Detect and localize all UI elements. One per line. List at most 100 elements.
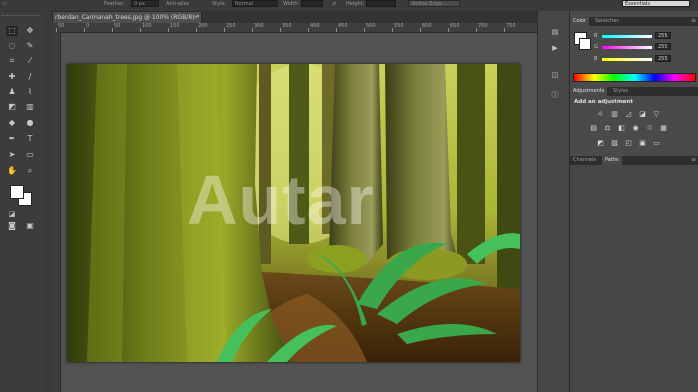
dodge-tool-icon[interactable]: ●: [24, 118, 36, 128]
lasso-tool-icon[interactable]: ◌: [6, 41, 18, 51]
history-brush-tool-icon[interactable]: ⌇: [24, 87, 36, 97]
color-panel-background-swatch[interactable]: [579, 38, 591, 50]
eyedropper-tool-icon[interactable]: ⁄: [24, 56, 36, 66]
tab-paths[interactable]: Paths: [602, 156, 622, 165]
channel-mixer-icon[interactable]: ♲: [645, 124, 654, 132]
swap-icon[interactable]: ⇄: [332, 1, 336, 7]
red-value-input[interactable]: 255: [655, 32, 671, 39]
ps-menu-icon[interactable]: ▭: [2, 1, 7, 7]
gradient-tool-icon[interactable]: ▥: [24, 102, 36, 112]
ruler-tick-label: 100: [142, 23, 152, 29]
hand-tool-icon[interactable]: ✋: [6, 166, 18, 176]
ruler-tick-label: 450: [338, 23, 348, 29]
blur-tool-icon[interactable]: ◆: [6, 118, 18, 128]
hue-saturation-icon[interactable]: ▤: [589, 124, 598, 132]
green-value-input[interactable]: 255: [655, 43, 671, 50]
channel-label-g: G: [594, 44, 598, 50]
ruler-tick-mark: [84, 28, 85, 32]
move-tool-icon[interactable]: ✥: [24, 26, 36, 36]
color-panel-tabs: Color Swatches ≡: [570, 17, 698, 26]
black-white-icon[interactable]: ◧: [617, 124, 626, 132]
ruler-tick-label: 350: [282, 23, 292, 29]
threshold-icon[interactable]: ◰: [624, 139, 633, 147]
history-panel-icon[interactable]: ▤: [550, 28, 560, 37]
close-icon[interactable]: ×: [193, 12, 198, 23]
quick-mask-icon[interactable]: ◙: [6, 221, 18, 231]
width-input[interactable]: [301, 0, 323, 7]
quick-select-tool-icon[interactable]: ✎: [24, 41, 36, 51]
vibrance-icon[interactable]: ▽: [652, 110, 661, 118]
ruler-tick-mark: [476, 28, 477, 32]
vertical-ruler: [52, 32, 61, 392]
right-panel-dock: Color Swatches ≡ R 255 G 255 B 255 Adjus…: [569, 11, 698, 392]
invert-icon[interactable]: ◩: [596, 139, 605, 147]
panel-menu-icon[interactable]: ≡: [691, 156, 696, 163]
screen-mode-icon[interactable]: ▣: [24, 221, 36, 231]
brightness-contrast-icon[interactable]: ☼: [596, 110, 605, 118]
collapsed-panels-column: ▤ ▶ ◫ ⓘ: [537, 11, 570, 392]
eraser-tool-icon[interactable]: ◩: [6, 102, 18, 112]
tab-swatches[interactable]: Swatches: [592, 17, 622, 26]
zoom-tool-icon[interactable]: ⌕: [24, 166, 36, 176]
ruler-tick-label: 600: [422, 23, 432, 29]
color-spectrum-ramp[interactable]: [573, 73, 696, 82]
tab-channels[interactable]: Channels: [570, 156, 599, 165]
path-select-tool-icon[interactable]: ➤: [6, 150, 18, 160]
red-slider[interactable]: [602, 35, 652, 38]
ruler-tick-label: 700: [478, 23, 488, 29]
pen-tool-icon[interactable]: ✒: [6, 134, 18, 144]
type-tool-icon[interactable]: T: [24, 134, 36, 144]
anti-alias-checkbox[interactable]: Anti-alias: [166, 1, 189, 7]
height-input[interactable]: [366, 0, 396, 7]
tab-adjustments[interactable]: Adjustments: [570, 87, 608, 96]
brush-tool-icon[interactable]: ∕: [24, 72, 36, 82]
document-tab[interactable]: rberdan_Carmanah_trees.jpg @ 100% (RGB/8…: [52, 11, 202, 23]
photo-filter-icon[interactable]: ◉: [631, 124, 640, 132]
info-panel-icon[interactable]: ⓘ: [550, 91, 560, 100]
ruler-tick-mark: [168, 28, 169, 32]
clone-stamp-tool-icon[interactable]: ♟: [6, 87, 18, 97]
tab-styles[interactable]: Styles: [610, 87, 631, 96]
ruler-tick-mark: [392, 28, 393, 32]
toolbar-grip[interactable]: [2, 15, 40, 20]
workspace-select[interactable]: Essentials: [622, 0, 690, 7]
blue-slider[interactable]: [602, 58, 652, 61]
properties-panel-icon[interactable]: ◫: [550, 71, 560, 80]
default-colors-icon[interactable]: ◪: [6, 209, 18, 219]
feather-input[interactable]: 0 px: [131, 0, 159, 7]
ruler-tick-mark: [112, 28, 113, 32]
color-balance-icon[interactable]: ⚖: [603, 124, 612, 132]
paths-list[interactable]: [570, 165, 698, 392]
style-label: Style:: [212, 1, 227, 7]
forest-photo[interactable]: Autar: [67, 64, 520, 362]
horizontal-ruler: 50 0 50 100 150 200 250 300 350 400 450 500 550 600 65…: [52, 23, 537, 33]
tab-color[interactable]: Color: [570, 17, 590, 26]
blue-value-input[interactable]: 255: [655, 55, 671, 62]
rectangle-tool-icon[interactable]: ▭: [24, 150, 36, 160]
crop-tool-icon[interactable]: ⌗: [6, 56, 18, 66]
spot-heal-tool-icon[interactable]: ✚: [6, 72, 18, 82]
exposure-icon[interactable]: ◪: [638, 110, 647, 118]
levels-icon[interactable]: ▥: [610, 110, 619, 118]
ruler-tick-mark: [224, 28, 225, 32]
curves-icon[interactable]: ◿: [624, 110, 633, 118]
marquee-tool-icon[interactable]: ⬚: [6, 26, 18, 36]
color-lookup-icon[interactable]: ▦: [659, 124, 668, 132]
refine-edge-button[interactable]: Refine Edge...: [408, 0, 460, 7]
green-slider[interactable]: [602, 46, 652, 49]
style-select[interactable]: Normal: [232, 0, 278, 7]
ruler-tick-mark: [336, 28, 337, 32]
tools-panel: ⬚ ✥ ◌ ✎ ⌗ ⁄ ✚ ∕ ♟ ⌇ ◩ ▥ ◆ ● ✒ T ➤ ▭ ✋ ⌕ …: [0, 11, 45, 392]
selective-color-icon[interactable]: ▣: [638, 139, 647, 147]
actions-panel-icon[interactable]: ▶: [550, 44, 560, 53]
ruler-tick-mark: [140, 28, 141, 32]
ruler-tick-label: 500: [366, 23, 376, 29]
gradient-map-icon[interactable]: ▭: [652, 139, 661, 147]
height-label: Height:: [346, 1, 365, 7]
ruler-tick-mark: [420, 28, 421, 32]
panel-menu-icon[interactable]: ≡: [691, 17, 696, 24]
ruler-tick-mark: [196, 28, 197, 32]
posterize-icon[interactable]: ▧: [610, 139, 619, 147]
foreground-color-fill: [10, 185, 24, 199]
ruler-tick-mark: [280, 28, 281, 32]
